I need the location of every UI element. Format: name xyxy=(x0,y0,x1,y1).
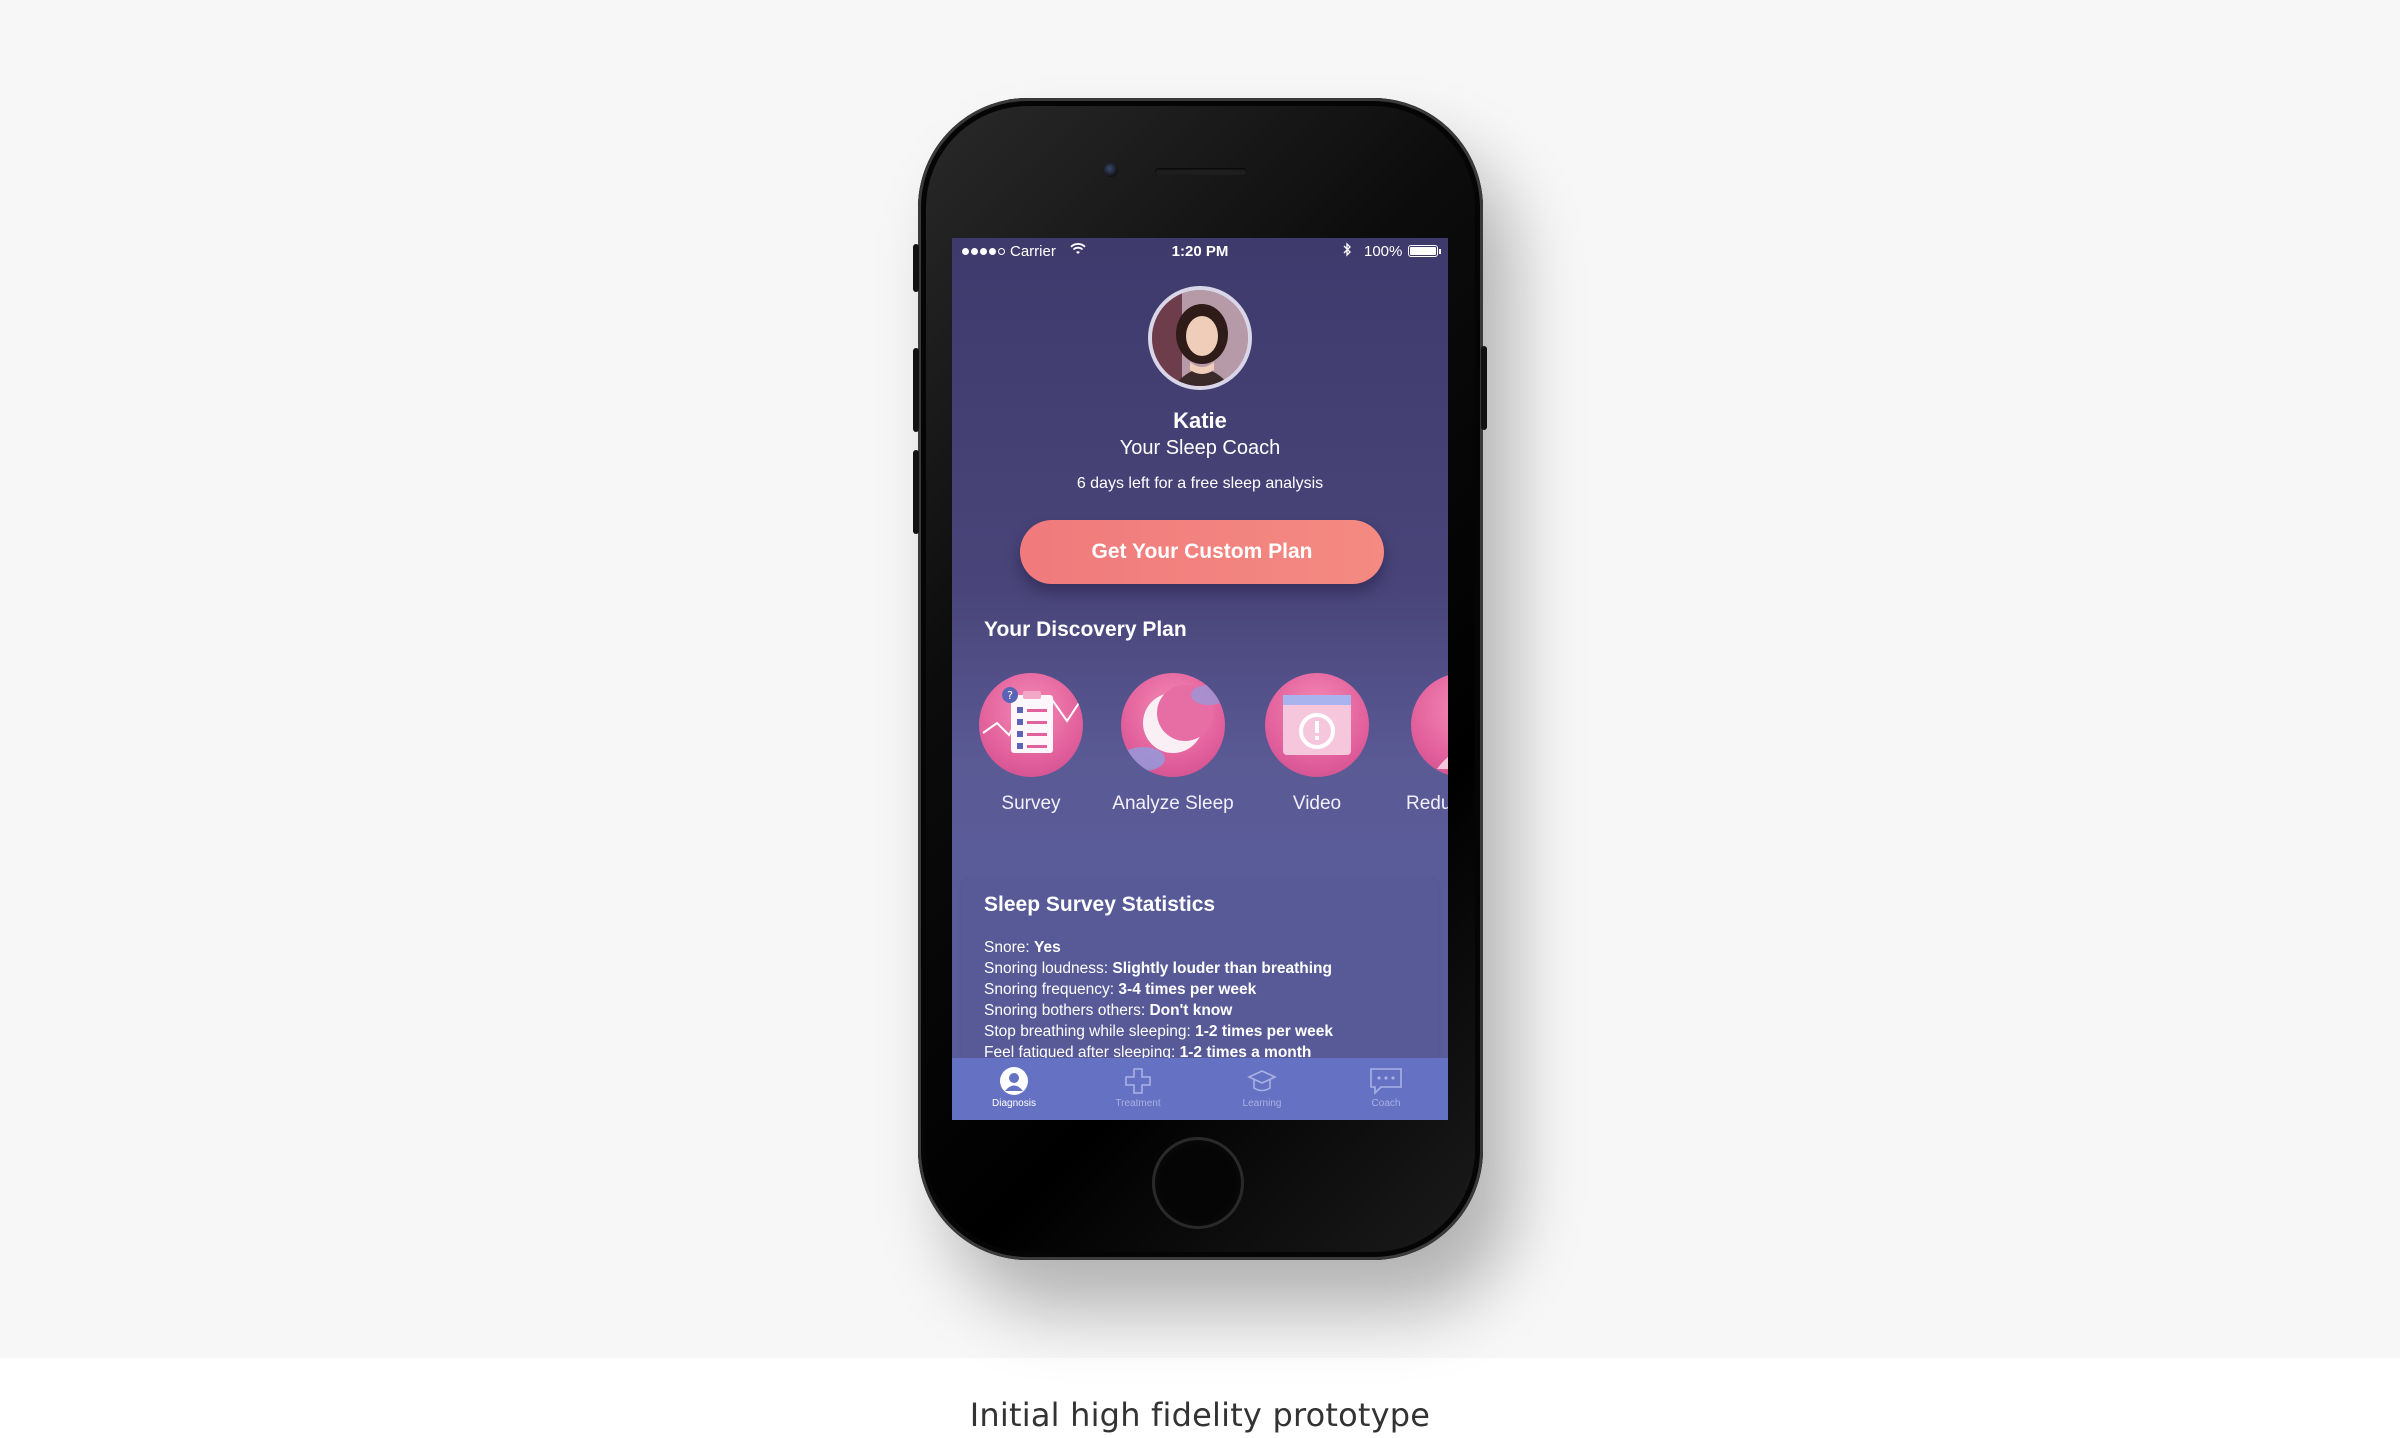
stat-label: Snoring frequency: xyxy=(984,981,1119,998)
stat-value: 3-4 times per week xyxy=(1118,981,1257,998)
tab-treatment[interactable]: Treatment xyxy=(1076,1058,1200,1120)
stats-title: Sleep Survey Statistics xyxy=(984,893,1216,916)
trial-message: 6 days left for a free sleep analysis xyxy=(1076,475,1324,492)
tab-label: Coach xyxy=(1371,1098,1401,1109)
plan-item-video[interactable]: Video xyxy=(1242,673,1392,815)
stats-list: Snore: Yes Snoring loudness: Slightly lo… xyxy=(984,937,1434,1063)
plan-item-analyze-sleep[interactable]: Analyze Sleep xyxy=(1098,673,1248,815)
stat-row: Snoring frequency: 3-4 times per week xyxy=(984,979,1434,1000)
battery-fill xyxy=(1410,247,1436,255)
tab-label: Diagnosis xyxy=(992,1098,1036,1109)
battery-icon xyxy=(1408,245,1438,257)
cross-icon xyxy=(1076,1066,1200,1096)
tab-label: Learning xyxy=(1242,1098,1282,1109)
stat-value: Don't know xyxy=(1149,1002,1233,1019)
plan-item-label: Survey xyxy=(1001,793,1061,814)
coach-role: Your Sleep Coach xyxy=(1119,437,1281,459)
front-camera xyxy=(1104,163,1118,177)
stat-label: Snore: xyxy=(984,939,1034,956)
stat-row: Stop breathing while sleeping: 1-2 times… xyxy=(984,1021,1434,1042)
coach-name: Katie xyxy=(1173,408,1227,433)
plan-item-label: Redu xyxy=(1406,793,1448,814)
tab-coach[interactable]: Coach xyxy=(1324,1058,1448,1120)
stat-row: Snoring bothers others: Don't know xyxy=(984,1000,1434,1021)
coach-avatar[interactable] xyxy=(1148,286,1252,390)
plan-item-redu[interactable]: Redu xyxy=(1388,673,1448,815)
graduation-cap-icon xyxy=(1200,1066,1324,1096)
person-icon xyxy=(1411,673,1448,777)
battery-percent: 100% xyxy=(1364,243,1403,260)
app-screen: Carrier 1:20 PM 100% Katie Your Sleep Co… xyxy=(952,238,1448,1120)
svg-text:?: ? xyxy=(1007,689,1013,702)
stat-value: 1-2 times per week xyxy=(1195,1023,1333,1040)
survey-clipboard-icon: ? xyxy=(979,673,1083,777)
battery-tip xyxy=(1439,249,1441,254)
moon-cloud-icon xyxy=(1121,673,1225,777)
home-button[interactable] xyxy=(1152,1137,1244,1229)
discovery-plan-title: Your Discovery Plan xyxy=(984,618,1187,641)
stat-value: Yes xyxy=(1033,939,1061,956)
get-custom-plan-button[interactable]: Get Your Custom Plan xyxy=(1020,520,1384,584)
person-circle-icon xyxy=(952,1066,1076,1096)
stat-row: Snore: Yes xyxy=(984,937,1434,958)
tab-learning[interactable]: Learning xyxy=(1200,1058,1324,1120)
stat-value: Slightly louder than breathing xyxy=(1112,960,1332,977)
plan-item-label: Video xyxy=(1292,793,1342,814)
earpiece-speaker xyxy=(1155,168,1247,175)
volume-up-button xyxy=(913,348,919,432)
discovery-plan-carousel[interactable]: ? Survey Analyze Sleep Video Redu xyxy=(952,673,1448,833)
video-alert-icon xyxy=(1265,673,1369,777)
volume-down-button xyxy=(913,450,919,534)
stat-label: Stop breathing while sleeping: xyxy=(984,1023,1196,1040)
status-bar: Carrier 1:20 PM 100% xyxy=(952,238,1448,266)
stat-row: Snoring loudness: Slightly louder than b… xyxy=(984,958,1434,979)
tab-bar: Diagnosis Treatment Learning Coach xyxy=(952,1058,1448,1120)
tab-label: Treatment xyxy=(1115,1098,1161,1109)
stat-label: Snoring loudness: xyxy=(984,960,1113,977)
bluetooth-icon xyxy=(1342,242,1352,260)
tab-diagnosis[interactable]: Diagnosis xyxy=(952,1058,1076,1120)
mute-switch xyxy=(913,244,919,292)
chat-bubble-icon xyxy=(1324,1066,1448,1096)
stat-label: Snoring bothers others: xyxy=(984,1002,1150,1019)
plan-item-survey[interactable]: ? Survey xyxy=(956,673,1106,815)
slide-caption: Initial high fidelity prototype xyxy=(969,1396,1431,1434)
plan-item-label: Analyze Sleep xyxy=(1112,793,1234,814)
power-button xyxy=(1481,346,1487,430)
